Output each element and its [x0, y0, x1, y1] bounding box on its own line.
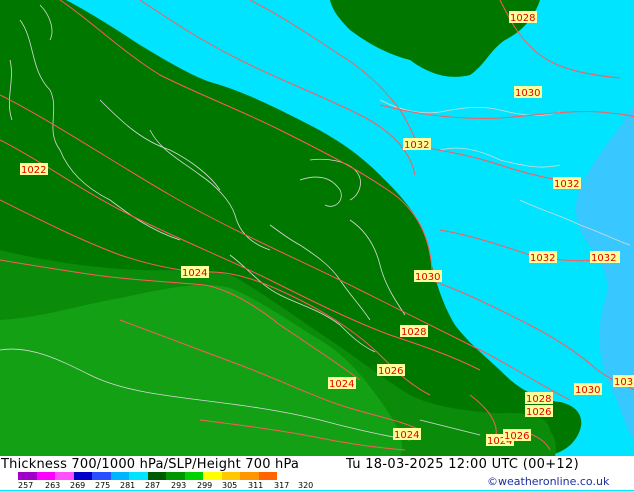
svg-text:1032: 1032 — [591, 253, 616, 264]
scale-tick-label: 275 — [95, 481, 111, 490]
map-title: Thickness 700/1000 hPa/SLP/Height 700 hP… — [1, 457, 300, 472]
scale-tick-label: 287 — [145, 481, 161, 490]
valid-time: Tu 18-03-2025 12:00 UTC (00+12) — [346, 457, 579, 472]
scale-swatch — [147, 472, 166, 480]
color-scale — [18, 472, 277, 480]
scale-swatch — [73, 472, 92, 480]
pressure-label: 1032 — [529, 251, 557, 264]
weather-map: 1028 1030 1032 1032 1032 1032 1022 1024 … — [0, 0, 634, 456]
svg-text:1030: 1030 — [515, 88, 540, 99]
scale-swatch — [92, 472, 111, 480]
pressure-label: 1024 — [181, 266, 209, 279]
svg-text:1030: 1030 — [575, 385, 600, 396]
scale-swatch — [184, 472, 203, 480]
scale-swatch — [36, 472, 55, 480]
svg-text:1032: 1032 — [554, 179, 579, 190]
pressure-label: 1030 — [414, 270, 442, 283]
pressure-label: 103 — [613, 375, 634, 388]
svg-text:1028: 1028 — [526, 394, 551, 405]
scale-tick-label: 311 — [248, 481, 264, 490]
pressure-label: 1026 — [525, 405, 553, 418]
pressure-label: 1028 — [525, 392, 553, 405]
pressure-label: 1032 — [590, 251, 620, 264]
scale-swatch — [258, 472, 277, 480]
scale-swatch — [110, 472, 129, 480]
svg-text:1028: 1028 — [401, 327, 426, 338]
svg-text:1028: 1028 — [510, 13, 535, 24]
pressure-label: 1032 — [403, 138, 431, 151]
svg-text:1024: 1024 — [394, 430, 419, 441]
scale-tick-label: 293 — [171, 481, 187, 490]
svg-text:1032: 1032 — [404, 140, 429, 151]
pressure-label: 1028 — [400, 325, 428, 338]
svg-text:1026: 1026 — [526, 407, 551, 418]
svg-text:1026: 1026 — [378, 366, 403, 377]
pressure-label: 1032 — [553, 177, 581, 190]
pressure-label: 1030 — [514, 86, 542, 99]
map-canvas: 1028 1030 1032 1032 1032 1032 1022 1024 … — [0, 0, 634, 456]
pressure-label: 1028 — [509, 11, 537, 24]
scale-tick-label: 281 — [120, 481, 136, 490]
svg-text:1024: 1024 — [329, 379, 354, 390]
scale-swatch — [203, 472, 222, 480]
pressure-label: 1024 — [393, 428, 421, 441]
scale-tick-label: 263 — [45, 481, 61, 490]
pressure-label: 1026 — [377, 364, 405, 377]
pressure-label: 1024 — [328, 377, 356, 390]
scale-tick-label: 317 — [274, 481, 290, 490]
pressure-label: 1022 — [20, 163, 48, 176]
pressure-label: 1026 — [503, 429, 531, 442]
svg-text:1026: 1026 — [504, 431, 529, 442]
pressure-label: 1030 — [574, 383, 602, 396]
scale-swatch — [240, 472, 259, 480]
scale-tick-label: 305 — [222, 481, 238, 490]
svg-text:1032: 1032 — [530, 253, 555, 264]
svg-text:1022: 1022 — [21, 165, 46, 176]
scale-tick-label: 320 — [298, 481, 314, 490]
scale-swatch — [129, 472, 148, 480]
scale-swatch — [221, 472, 240, 480]
scale-swatch — [166, 472, 185, 480]
scale-tick-label: 299 — [197, 481, 213, 490]
svg-text:1030: 1030 — [415, 272, 440, 283]
credit-link[interactable]: ©weatheronline.co.uk — [487, 475, 609, 488]
scale-tick-label: 257 — [18, 481, 34, 490]
svg-text:1024: 1024 — [182, 268, 207, 279]
svg-text:103: 103 — [614, 377, 633, 388]
scale-swatch — [18, 472, 37, 480]
scale-tick-label: 269 — [70, 481, 86, 490]
scale-swatch — [55, 472, 74, 480]
map-footer: Thickness 700/1000 hPa/SLP/Height 700 hP… — [0, 456, 634, 490]
